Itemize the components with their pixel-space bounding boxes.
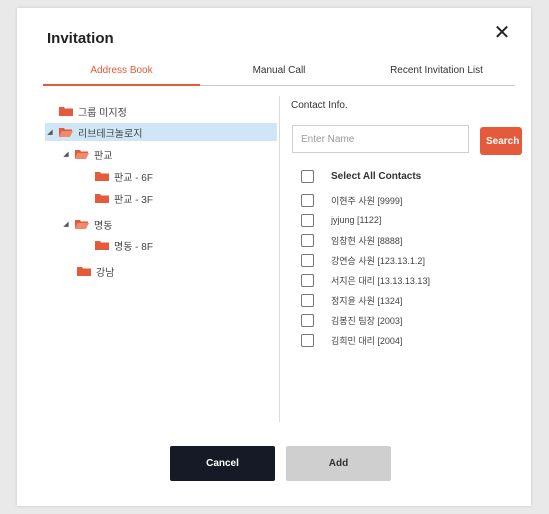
tree-item-label: 판교 <box>94 150 113 162</box>
checkbox[interactable] <box>301 333 314 347</box>
invitation-dialog: Invitation ✕ Address Book Manual Call Re… <box>17 8 531 506</box>
contact-info-title: Contact Info. <box>291 100 348 111</box>
close-icon[interactable]: ✕ <box>491 22 513 44</box>
select-all-contacts[interactable]: Select All Contacts <box>301 168 421 184</box>
tree-item-company[interactable]: ◢ 리브테크놀로지 <box>45 123 277 141</box>
folder-icon <box>95 193 109 203</box>
contact-label: jyjung [1122] <box>331 215 382 225</box>
tree-item-pangyo-3f[interactable]: 판교 - 3F <box>95 189 153 207</box>
caret-down-icon[interactable]: ◢ <box>61 150 71 158</box>
checkbox[interactable] <box>301 169 314 183</box>
contact-item[interactable]: 임창현 사원 [8888] <box>301 232 402 248</box>
folder-icon <box>59 106 73 116</box>
tab-address-book[interactable]: Address Book <box>43 63 200 86</box>
contact-item[interactable]: 김봉진 팀장 [2003] <box>301 312 402 328</box>
tree-item-pangyo[interactable]: ◢ 판교 <box>61 145 112 163</box>
tree-item-pangyo-6f[interactable]: 판교 - 6F <box>95 167 153 185</box>
tree-item-label: 명동 <box>94 220 113 232</box>
tree-item-gangnam[interactable]: 강남 <box>77 262 114 280</box>
checkbox[interactable] <box>301 253 314 267</box>
contact-label: 서지은 대리 [13.13.13.13] <box>331 275 430 286</box>
contact-item[interactable]: 정지윤 사원 [1324] <box>301 292 402 308</box>
folder-icon <box>77 266 91 276</box>
search-button[interactable]: Search <box>480 127 522 155</box>
folder-open-icon <box>75 149 89 159</box>
caret-down-icon[interactable]: ◢ <box>61 220 71 228</box>
checkbox[interactable] <box>301 313 314 327</box>
cancel-button[interactable]: Cancel <box>170 446 275 481</box>
checkbox[interactable] <box>301 213 314 227</box>
checkbox[interactable] <box>301 273 314 287</box>
tab-bar: Address Book Manual Call Recent Invitati… <box>43 63 515 87</box>
folder-open-icon <box>59 127 73 137</box>
tree-item-label: 명동 - 8F <box>114 241 153 253</box>
tree-item-label: 강남 <box>96 267 115 279</box>
name-search-input[interactable] <box>292 125 469 153</box>
contact-label: 임창현 사원 [8888] <box>331 235 403 246</box>
panel-divider <box>279 96 280 422</box>
folder-open-icon <box>75 219 89 229</box>
folder-icon <box>95 171 109 181</box>
tab-manual-call[interactable]: Manual Call <box>200 63 358 86</box>
tree-item-label: 판교 - 3F <box>114 194 153 206</box>
checkbox[interactable] <box>301 293 314 307</box>
checkbox[interactable] <box>301 193 314 207</box>
tree-item-ungrouped[interactable]: 그룹 미지정 <box>59 102 127 120</box>
contact-label: 정지윤 사원 [1324] <box>331 295 403 306</box>
contact-label: 김봉진 팀장 [2003] <box>331 315 403 326</box>
checkbox[interactable] <box>301 233 314 247</box>
dialog-title: Invitation <box>47 30 114 47</box>
tree-item-myeongdong-8f[interactable]: 명동 - 8F <box>95 236 153 254</box>
tree-item-label: 그룹 미지정 <box>78 107 127 119</box>
add-button[interactable]: Add <box>286 446 391 481</box>
contact-item[interactable]: 서지은 대리 [13.13.13.13] <box>301 272 430 288</box>
contact-label: 이현주 사원 [9999] <box>331 195 403 206</box>
contact-item[interactable]: 강연승 사원 [123.13.1.2] <box>301 252 425 268</box>
contact-item[interactable]: 이현주 사원 [9999] <box>301 192 402 208</box>
select-all-label: Select All Contacts <box>331 170 422 182</box>
folder-icon <box>95 240 109 250</box>
contact-item[interactable]: jyjung [1122] <box>301 212 381 228</box>
contact-label: 김희민 대리 [2004] <box>331 335 403 346</box>
tree-item-label: 판교 - 6F <box>114 172 153 184</box>
tree-item-myeongdong[interactable]: ◢ 명동 <box>61 215 112 233</box>
contact-label: 강연승 사원 [123.13.1.2] <box>331 255 425 266</box>
caret-down-icon[interactable]: ◢ <box>45 128 55 136</box>
contact-item[interactable]: 김희민 대리 [2004] <box>301 332 402 348</box>
tree-item-label: 리브테크놀로지 <box>78 128 143 140</box>
tab-recent-invitation-list[interactable]: Recent Invitation List <box>358 63 515 86</box>
